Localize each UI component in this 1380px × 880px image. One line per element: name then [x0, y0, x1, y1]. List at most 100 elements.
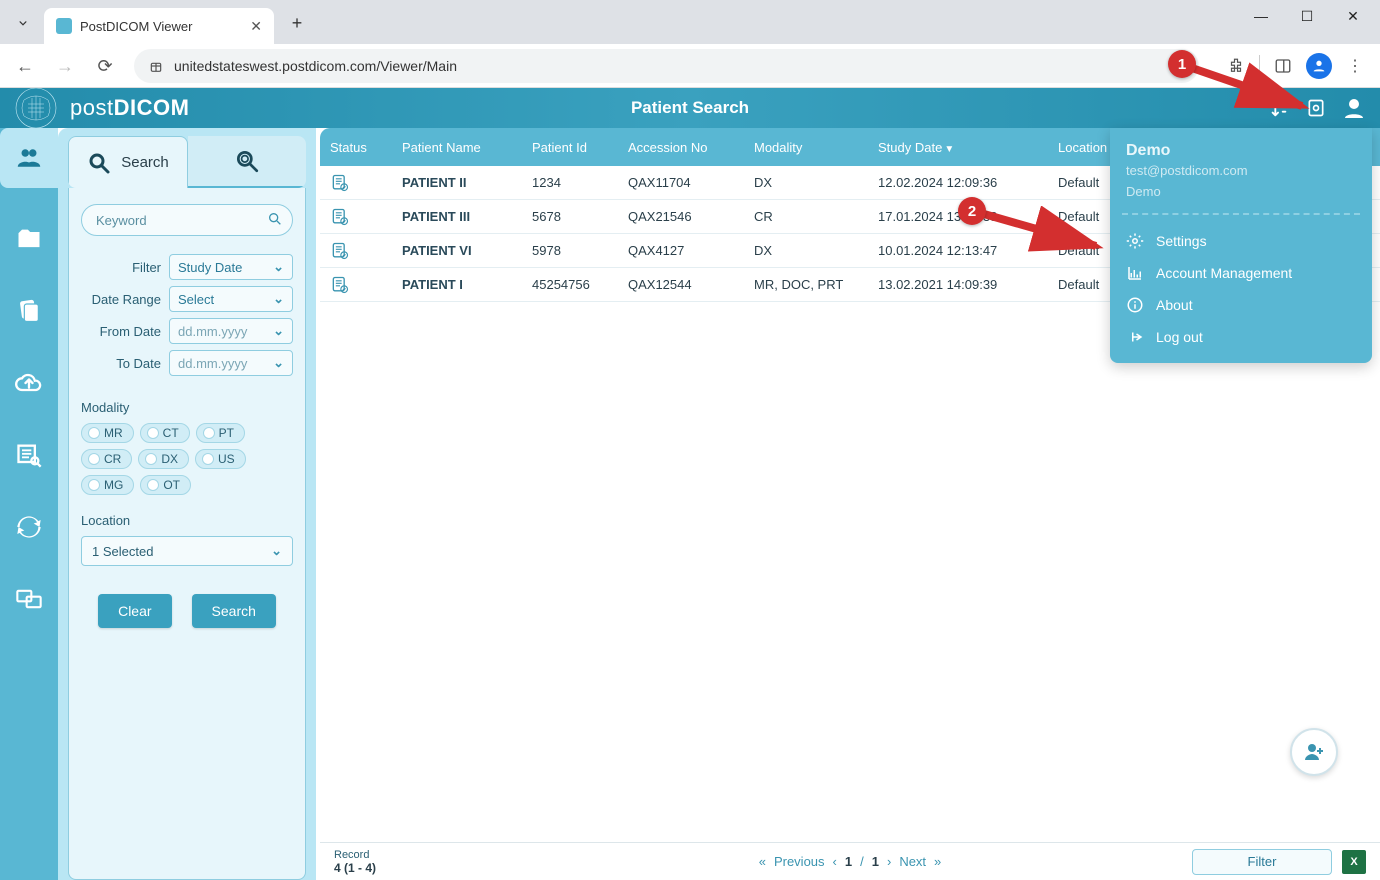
menu-settings[interactable]: Settings: [1126, 225, 1356, 257]
logout-icon: [1126, 328, 1144, 346]
maximize-button[interactable]: ☐: [1284, 0, 1330, 32]
menu-account[interactable]: Account Management: [1126, 257, 1356, 289]
close-window-button[interactable]: ✕: [1330, 0, 1376, 32]
annotation-1: 1: [1168, 50, 1196, 78]
nav-forward-button[interactable]: →: [48, 49, 82, 83]
page-current: 1: [845, 854, 852, 869]
chevron-down-icon: ⌄: [271, 543, 282, 559]
nav-reload-button[interactable]: ⟳: [88, 49, 122, 83]
user-dropdown: Demo test@postdicom.com Demo Settings Ac…: [1110, 128, 1372, 363]
rail-upload-icon[interactable]: [8, 362, 50, 404]
minimize-button[interactable]: —: [1238, 0, 1284, 32]
pager-last-icon[interactable]: »: [934, 854, 941, 869]
menu-logout[interactable]: Log out: [1126, 321, 1356, 353]
app-header: postDICOM Patient Search: [0, 88, 1380, 128]
site-info-icon[interactable]: [148, 58, 164, 74]
rail-files-icon[interactable]: [8, 290, 50, 332]
chrome-menu-icon[interactable]: ⋮: [1338, 49, 1372, 83]
rail-screens-icon[interactable]: [8, 578, 50, 620]
user-name: Demo: [1126, 142, 1356, 160]
pager-prev-icon[interactable]: ‹: [833, 854, 837, 869]
modality-chip-mg[interactable]: MG: [81, 475, 134, 495]
modality-chip-us[interactable]: US: [195, 449, 246, 469]
modality-chip-ct[interactable]: CT: [140, 423, 190, 443]
menu-about[interactable]: About: [1126, 289, 1356, 321]
annotation-arrow-2: [980, 206, 1110, 260]
study-status-icon: [330, 241, 382, 261]
add-user-fab[interactable]: [1290, 728, 1338, 776]
col-patient-id[interactable]: Patient Id: [522, 140, 618, 155]
annotation-arrow-1: [1188, 58, 1318, 118]
modality-chip-pt[interactable]: PT: [196, 423, 245, 443]
location-label: Location: [81, 513, 293, 528]
record-label: Record: [334, 849, 376, 861]
chevron-down-icon: ⌄: [273, 355, 284, 371]
col-modality[interactable]: Modality: [744, 140, 868, 155]
modality-chip-ot[interactable]: OT: [140, 475, 191, 495]
chevron-down-icon: ⌄: [273, 291, 284, 307]
excel-export-icon[interactable]: X: [1342, 850, 1366, 874]
to-date-input[interactable]: dd.mm.yyyy⌄: [169, 350, 293, 376]
brand-logo: [14, 86, 58, 130]
modality-chip-cr[interactable]: CR: [81, 449, 132, 469]
rail-folder-icon[interactable]: [8, 218, 50, 260]
filter-label: Filter: [81, 260, 161, 275]
search-button[interactable]: Search: [192, 594, 276, 628]
new-tab-button[interactable]: +: [282, 8, 312, 38]
pager: « Previous ‹ 1 / 1 › Next »: [759, 854, 942, 869]
date-range-label: Date Range: [81, 292, 161, 307]
pager-next-icon[interactable]: ›: [887, 854, 891, 869]
footer-filter-button[interactable]: Filter: [1192, 849, 1332, 875]
url-bar[interactable]: unitedstateswest.postdicom.com/Viewer/Ma…: [134, 49, 1199, 83]
side-rail: [0, 128, 58, 880]
pager-next[interactable]: Next: [899, 854, 926, 869]
to-date-label: To Date: [81, 356, 161, 371]
keyword-input[interactable]: [81, 204, 293, 236]
rail-list-search-icon[interactable]: [8, 434, 50, 476]
clear-button[interactable]: Clear: [98, 594, 171, 628]
user-profile-icon[interactable]: [1342, 96, 1366, 120]
brand-name: postDICOM: [70, 95, 189, 121]
user-company: Demo: [1126, 184, 1356, 199]
from-date-label: From Date: [81, 324, 161, 339]
modality-chip-mr[interactable]: MR: [81, 423, 134, 443]
pager-prev[interactable]: Previous: [774, 854, 825, 869]
location-select[interactable]: 1 Selected⌄: [81, 536, 293, 566]
pager-first-icon[interactable]: «: [759, 854, 766, 869]
window-controls: — ☐ ✕: [1238, 0, 1376, 32]
divider: [1122, 213, 1360, 215]
col-study-date[interactable]: Study Date▼: [868, 140, 1048, 155]
col-accession[interactable]: Accession No: [618, 140, 744, 155]
col-patient-name[interactable]: Patient Name: [392, 140, 522, 155]
gear-icon: [1126, 232, 1144, 250]
date-range-select[interactable]: Select⌄: [169, 286, 293, 312]
col-status[interactable]: Status: [320, 140, 392, 155]
modality-chip-dx[interactable]: DX: [138, 449, 189, 469]
study-status-icon: [330, 275, 382, 295]
filter-select[interactable]: Study Date⌄: [169, 254, 293, 280]
annotation-2: 2: [958, 197, 986, 225]
search-tab-basic[interactable]: Search: [68, 136, 188, 188]
rail-patients-icon[interactable]: [0, 128, 58, 188]
browser-tab[interactable]: PostDICOM Viewer ✕: [44, 8, 274, 44]
page-total: 1: [872, 854, 879, 869]
search-icon[interactable]: [267, 211, 283, 227]
search-tab-advanced[interactable]: [188, 136, 306, 188]
tab-bar: PostDICOM Viewer ✕ + — ☐ ✕: [0, 0, 1380, 44]
user-email: test@postdicom.com: [1126, 163, 1356, 178]
from-date-input[interactable]: dd.mm.yyyy⌄: [169, 318, 293, 344]
info-icon: [1126, 296, 1144, 314]
modality-chips: MR CT PT CR DX US MG OT: [81, 423, 293, 495]
chart-icon: [1126, 264, 1144, 282]
rail-sync-icon[interactable]: [8, 506, 50, 548]
sort-indicator-icon: ▼: [944, 144, 954, 155]
record-value: 4 (1 - 4): [334, 861, 376, 875]
page-title: Patient Search: [631, 98, 749, 118]
url-text: unitedstateswest.postdicom.com/Viewer/Ma…: [174, 58, 457, 74]
tab-favicon: [56, 18, 72, 34]
tab-list-button[interactable]: [8, 8, 38, 38]
nav-back-button[interactable]: ←: [8, 49, 42, 83]
search-sidebar: Search Filter Study Date⌄: [58, 128, 316, 880]
tab-close-icon[interactable]: ✕: [250, 18, 262, 35]
study-status-icon: [330, 207, 382, 227]
